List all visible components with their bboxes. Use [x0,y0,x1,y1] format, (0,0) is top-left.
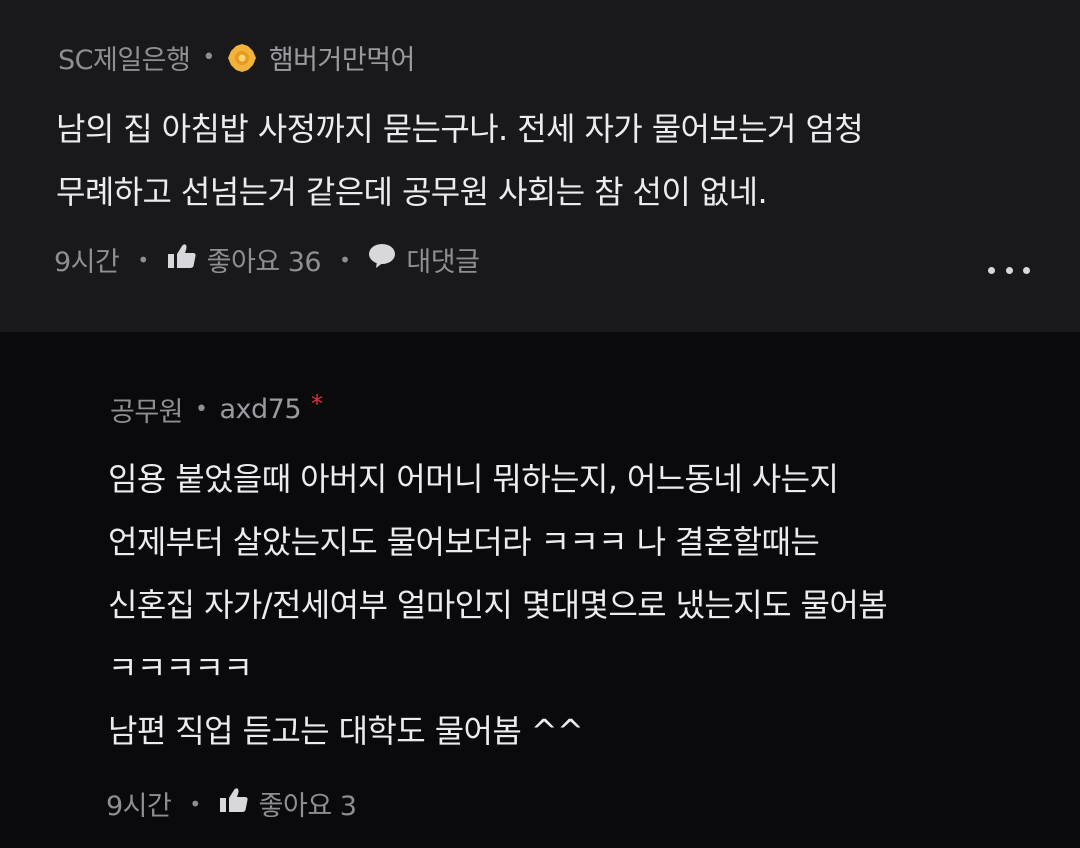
like-count[interactable]: 좋아요 3 [259,784,357,823]
reply-body: 임용 붙었을때 아버지 어머니 뭐하는지, 어느동네 사는지 언제부터 살았는지… [108,448,888,763]
reply-line: 언제부터 살았는지도 물어보더라 ㅋㅋㅋ 나 결혼할때는 [108,523,820,561]
comment-line: 남의 집 아침밥 사정까지 묻는구나. 전세 자가 물어보는거 엄청 [56,110,864,148]
separator-dot: • [137,247,149,272]
gold-badge-icon [227,43,257,73]
thumbs-up-icon[interactable] [167,243,197,276]
reply-line: ㅋㅋㅋㅋㅋ [108,649,253,687]
speech-bubble-icon[interactable] [368,243,396,276]
author-nickname[interactable]: axd75 [220,394,302,425]
separator-dot: • [339,247,351,272]
comment-meta: 9시간 • 좋아요 36 • 대댓글 [54,240,480,279]
reply-line: 신혼집 자가/전세여부 얼마인지 몇대몇으로 냈는지도 물어봄 [108,586,888,624]
company-name[interactable]: SC제일은행 [58,38,191,77]
author-mark: * [311,389,323,418]
thumbs-up-icon[interactable] [219,787,249,820]
reply-header: 공무원 • axd75 * [110,390,323,429]
comment: SC제일은행 • 햄버거만먹어 남의 집 아침밥 사정까지 묻는구나. 전세 자… [0,0,1080,332]
more-dot [1023,266,1030,274]
author-nickname[interactable]: 햄버거만먹어 [269,38,416,77]
reply-button[interactable]: 대댓글 [406,240,480,279]
comment-header: SC제일은행 • 햄버거만먹어 [58,38,415,77]
company-name[interactable]: 공무원 [110,390,184,429]
reply-line: 임용 붙었을때 아버지 어머니 뭐하는지, 어느동네 사는지 [108,460,839,498]
reply-comment: 공무원 • axd75 * 임용 붙었을때 아버지 어머니 뭐하는지, 어느동네… [0,332,1080,848]
like-count[interactable]: 좋아요 36 [207,240,322,279]
comment-body: 남의 집 아침밥 사정까지 묻는구나. 전세 자가 물어보는거 엄청 무례하고 … [56,98,864,224]
more-dot [988,266,995,274]
separator-dot: • [189,791,201,816]
reply-line: 남편 직업 듣고는 대학도 물어봄 ^^ [108,712,584,750]
separator-dot: • [195,397,208,422]
timestamp: 9시간 [54,247,120,278]
more-dots-icon[interactable] [988,260,1030,280]
comment-line: 무례하고 선넘는거 같은데 공무원 사회는 참 선이 없네. [56,173,768,211]
reply-meta: 9시간 • 좋아요 3 [106,784,357,823]
timestamp: 9시간 [106,791,172,822]
more-dot [1005,266,1013,274]
separator-dot: • [202,45,215,70]
